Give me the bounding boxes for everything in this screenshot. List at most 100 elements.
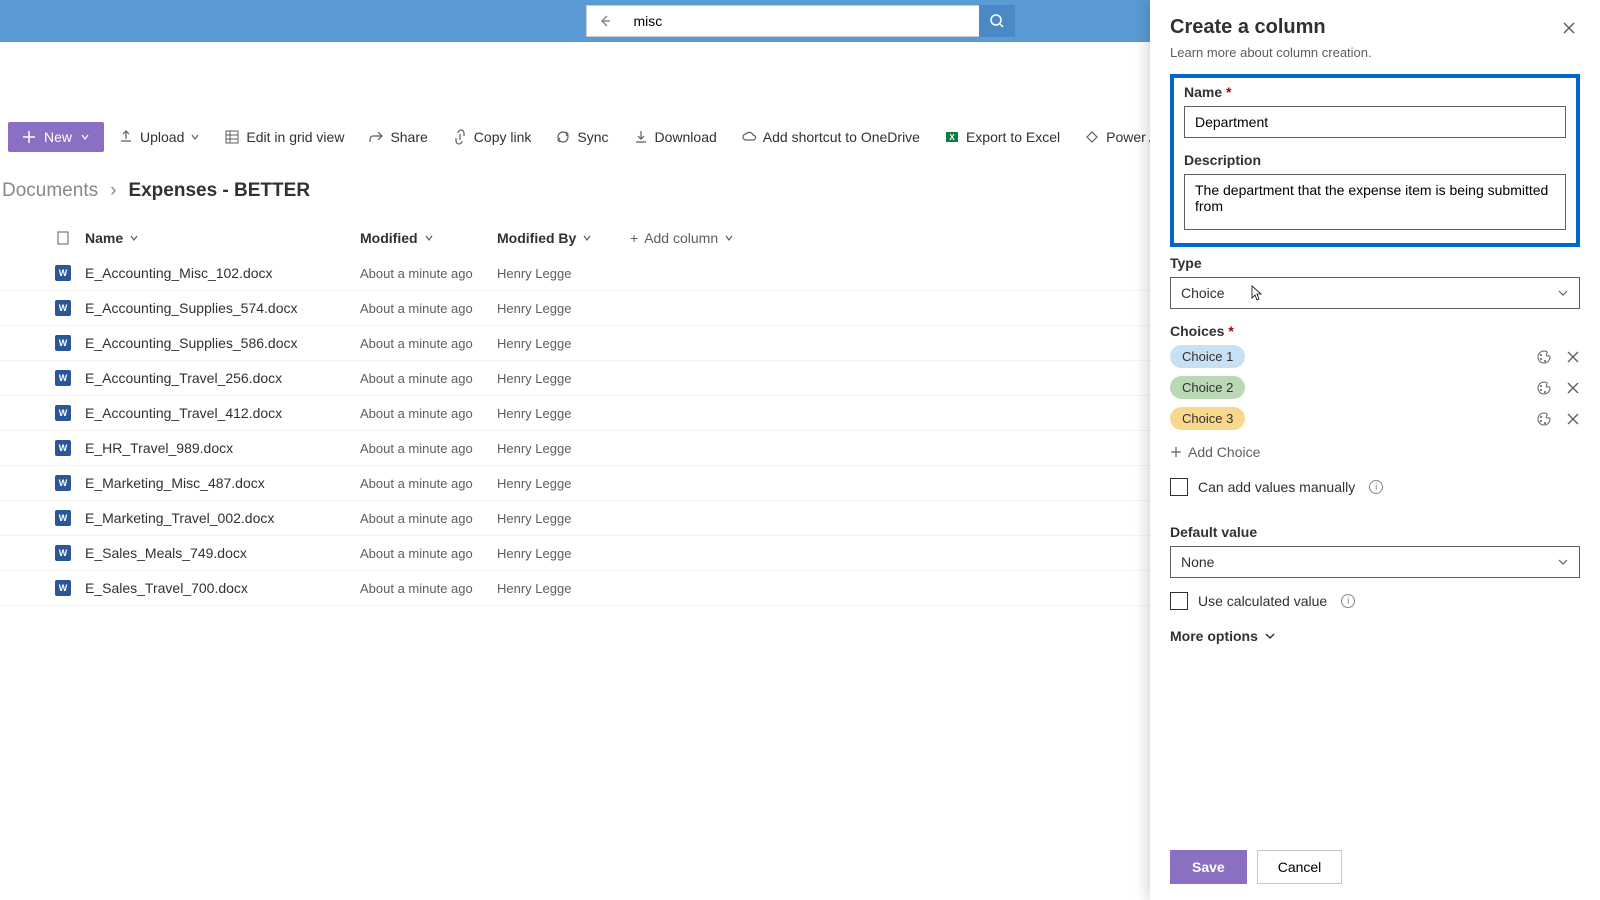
link-icon bbox=[452, 129, 468, 145]
info-icon[interactable]: i bbox=[1341, 594, 1355, 608]
share-icon bbox=[368, 129, 384, 145]
arrow-left-icon bbox=[597, 13, 613, 29]
modified-cell: About a minute ago bbox=[360, 301, 473, 316]
modified-by-cell: Henry Legge bbox=[497, 511, 571, 526]
plus-icon bbox=[22, 130, 36, 144]
cloud-plus-icon bbox=[741, 129, 757, 145]
add-choice-button[interactable]: Add Choice bbox=[1170, 438, 1580, 466]
add-shortcut-button[interactable]: Add shortcut to OneDrive bbox=[731, 122, 930, 152]
add-choice-label: Add Choice bbox=[1188, 444, 1260, 460]
new-button-label: New bbox=[44, 129, 72, 145]
default-value-text: None bbox=[1181, 554, 1214, 570]
panel-close-button[interactable] bbox=[1558, 17, 1580, 39]
file-name[interactable]: E_Sales_Meals_749.docx bbox=[85, 545, 247, 561]
create-column-panel: Create a column Learn more about column … bbox=[1150, 0, 1600, 900]
chevron-down-icon bbox=[129, 233, 139, 243]
name-input[interactable] bbox=[1184, 106, 1566, 138]
breadcrumb-parent[interactable]: Documents bbox=[2, 180, 98, 202]
upload-button[interactable]: Upload bbox=[108, 122, 210, 152]
remove-choice-icon[interactable] bbox=[1566, 412, 1580, 426]
modified-cell: About a minute ago bbox=[360, 546, 473, 561]
share-label: Share bbox=[390, 129, 427, 145]
default-value-label: Default value bbox=[1170, 524, 1580, 540]
panel-title: Create a column bbox=[1170, 16, 1326, 39]
cancel-button[interactable]: Cancel bbox=[1257, 850, 1343, 884]
use-calculated-checkbox[interactable] bbox=[1170, 592, 1188, 610]
close-icon bbox=[1562, 21, 1576, 35]
excel-icon: X bbox=[944, 129, 960, 145]
description-textarea[interactable]: The department that the expense item is … bbox=[1184, 174, 1566, 230]
save-button[interactable]: Save bbox=[1170, 850, 1247, 884]
palette-icon[interactable] bbox=[1536, 411, 1552, 427]
modified-cell: About a minute ago bbox=[360, 511, 473, 526]
more-options-label: More options bbox=[1170, 628, 1258, 644]
word-file-icon bbox=[55, 370, 71, 386]
modified-cell: About a minute ago bbox=[360, 476, 473, 491]
remove-choice-icon[interactable] bbox=[1566, 350, 1580, 364]
column-header-name[interactable]: Name bbox=[85, 230, 360, 246]
chevron-down-icon bbox=[190, 132, 200, 142]
default-value-select[interactable]: None bbox=[1170, 546, 1580, 578]
edit-grid-button[interactable]: Edit in grid view bbox=[214, 122, 354, 152]
cursor-pointer-icon bbox=[1246, 284, 1264, 306]
file-name[interactable]: E_Accounting_Misc_102.docx bbox=[85, 265, 273, 281]
file-name[interactable]: E_Accounting_Travel_412.docx bbox=[85, 405, 282, 421]
file-name[interactable]: E_Marketing_Travel_002.docx bbox=[85, 510, 274, 526]
type-label: Type bbox=[1170, 255, 1580, 271]
chevron-down-icon bbox=[424, 233, 434, 243]
choice-pill[interactable]: Choice 2 bbox=[1170, 376, 1245, 399]
modified-cell: About a minute ago bbox=[360, 371, 473, 386]
download-button[interactable]: Download bbox=[623, 122, 727, 152]
file-name[interactable]: E_Marketing_Misc_487.docx bbox=[85, 475, 265, 491]
modified-cell: About a minute ago bbox=[360, 441, 473, 456]
export-excel-button[interactable]: X Export to Excel bbox=[934, 122, 1070, 152]
choice-pill[interactable]: Choice 3 bbox=[1170, 407, 1245, 430]
file-name[interactable]: E_Sales_Travel_700.docx bbox=[85, 580, 248, 596]
copy-link-button[interactable]: Copy link bbox=[442, 122, 542, 152]
modified-by-cell: Henry Legge bbox=[497, 266, 571, 281]
modified-by-cell: Henry Legge bbox=[497, 476, 571, 491]
info-icon[interactable]: i bbox=[1369, 480, 1383, 494]
chevron-down-icon bbox=[724, 233, 734, 243]
word-file-icon bbox=[55, 510, 71, 526]
word-file-icon bbox=[55, 300, 71, 316]
column-header-modified-by[interactable]: Modified By bbox=[497, 230, 630, 246]
remove-choice-icon[interactable] bbox=[1566, 381, 1580, 395]
palette-icon[interactable] bbox=[1536, 349, 1552, 365]
column-header-modified[interactable]: Modified bbox=[360, 230, 497, 246]
chevron-down-icon bbox=[582, 233, 592, 243]
can-add-manually-checkbox[interactable] bbox=[1170, 478, 1188, 496]
file-name[interactable]: E_HR_Travel_989.docx bbox=[85, 440, 233, 456]
chevron-down-icon bbox=[80, 132, 90, 142]
file-name[interactable]: E_Accounting_Supplies_574.docx bbox=[85, 300, 298, 316]
palette-icon[interactable] bbox=[1536, 380, 1552, 396]
download-label: Download bbox=[655, 129, 717, 145]
file-name[interactable]: E_Accounting_Travel_256.docx bbox=[85, 370, 282, 386]
word-file-icon bbox=[55, 475, 71, 491]
modified-by-cell: Henry Legge bbox=[497, 406, 571, 421]
description-label: Description bbox=[1184, 152, 1566, 168]
modified-by-cell: Henry Legge bbox=[497, 301, 571, 316]
word-file-icon bbox=[55, 545, 71, 561]
share-button[interactable]: Share bbox=[358, 122, 437, 152]
search-back-button[interactable] bbox=[586, 5, 624, 37]
search-input[interactable] bbox=[624, 5, 979, 37]
more-options-toggle[interactable]: More options bbox=[1170, 628, 1580, 644]
modified-by-cell: Henry Legge bbox=[497, 441, 571, 456]
svg-text:X: X bbox=[949, 133, 955, 142]
modified-cell: About a minute ago bbox=[360, 266, 473, 281]
panel-subtitle-link[interactable]: Learn more about column creation. bbox=[1170, 45, 1580, 60]
chevron-right-icon: › bbox=[110, 180, 116, 202]
sync-button[interactable]: Sync bbox=[545, 122, 618, 152]
file-name[interactable]: E_Accounting_Supplies_586.docx bbox=[85, 335, 298, 351]
word-file-icon bbox=[55, 405, 71, 421]
add-column-button[interactable]: +Add column bbox=[630, 230, 750, 246]
plus-icon bbox=[1170, 446, 1182, 458]
modified-by-cell: Henry Legge bbox=[497, 336, 571, 351]
new-button[interactable]: New bbox=[8, 122, 104, 152]
chevron-down-icon bbox=[1557, 556, 1569, 568]
modified-cell: About a minute ago bbox=[360, 406, 473, 421]
type-select[interactable]: Choice bbox=[1170, 277, 1580, 309]
search-button[interactable] bbox=[979, 5, 1015, 37]
choice-pill[interactable]: Choice 1 bbox=[1170, 345, 1245, 368]
